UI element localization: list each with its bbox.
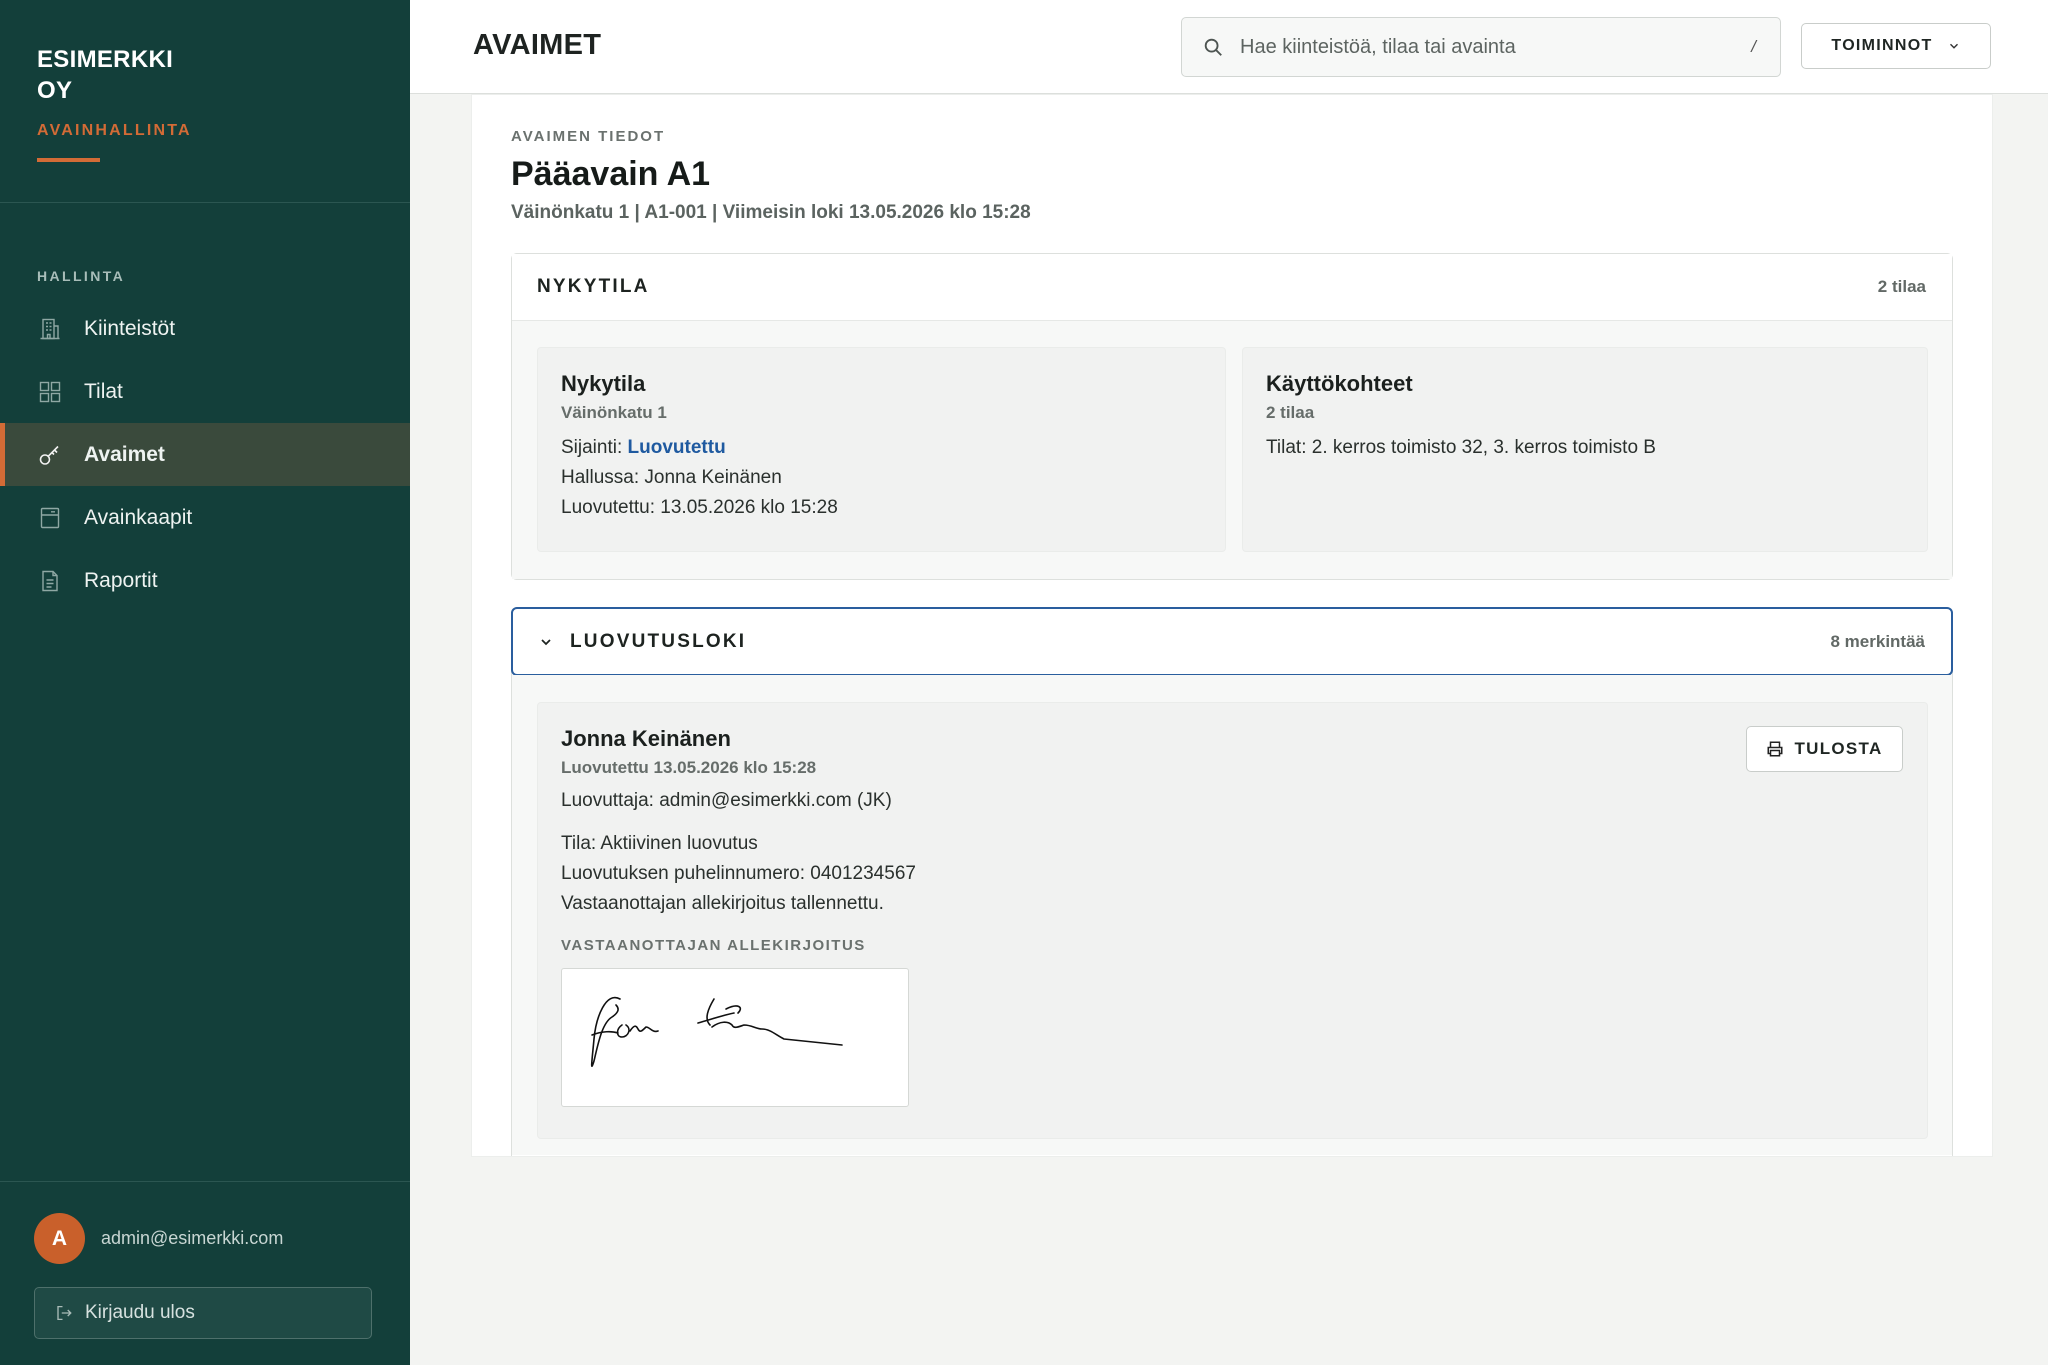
sidebar-item-label: Tilat [84,379,123,403]
key-title: Pääavain A1 [511,155,711,193]
card-title: Nykytila [561,371,646,396]
key-meta: Väinönkatu 1 | A1-001 | Viimeisin loki 1… [511,202,1031,223]
signature-label: VASTAANOTTAJAN ALLEKIRJOITUS [561,937,866,954]
status-panel: NYKYTILA 2 tilaa Nykytila Väinönkatu 1 S… [511,253,1953,580]
recipient-name: Jonna Keinänen [561,726,731,751]
sidebar-item-label: Avaimet [84,442,165,466]
brand-name-line2: OY [37,77,73,104]
location-label: Sijainti: [561,437,628,458]
sidebar-item-tilat[interactable]: Tilat [0,360,410,423]
print-button[interactable]: TULOSTA [1746,726,1903,772]
actions-menu-button[interactable]: TOIMINNOT [1801,23,1991,69]
signature-image [590,996,843,1067]
grid-icon [37,379,63,405]
handover-log-title: LUOVUTUSLOKI [570,630,747,652]
page-title: AVAIMET [473,29,602,61]
spaces-line: Tilat: 2. kerros toimisto 32, 3. kerros … [1266,437,1656,458]
sidebar-nav: Kiinteistöt Tilat Avaimet Avainkaapit Ra… [0,297,410,612]
chevron-down-icon [1947,39,1961,53]
key-icon [37,442,63,468]
user-info: A admin@esimerkki.com [34,1213,283,1264]
sidebar-item-kiinteistot[interactable]: Kiinteistöt [0,297,410,360]
sidebar-item-label: Avainkaapit [84,505,193,529]
signature-saved-line: Vastaanottajan allekirjoitus tallennettu… [561,893,884,914]
handover-date: Luovutettu 13.05.2026 klo 15:28 [561,758,817,777]
cabinet-icon [37,505,63,531]
brand-name-line1: ESIMERKKI [37,46,174,73]
nav-heading: HALLINTA [37,268,126,284]
key-detail-content: AVAIMEN TIEDOT Pääavain A1 Väinönkatu 1 … [472,95,1992,1156]
signature-box [561,968,909,1107]
brand: ESIMERKKI OY AVAINHALLINTA [37,44,337,162]
card-title: Käyttökohteet [1266,371,1413,396]
sidebar: ESIMERKKI OY AVAINHALLINTA HALLINTA Kiin… [0,0,410,1365]
search-input[interactable] [1240,35,1720,59]
section-eyebrow: AVAIMEN TIEDOT [511,128,666,145]
logout-button[interactable]: Kirjaudu ulos [34,1287,372,1339]
handover-log-body: Jonna Keinänen Luovutettu 13.05.2026 klo… [512,675,1952,1155]
status-panel-title: NYKYTILA [537,276,650,297]
handover-status-line: Tila: Aktiivinen luovutus [561,833,758,854]
location-status-link[interactable]: Luovutettu [628,437,726,458]
sidebar-item-avaimet[interactable]: Avaimet [0,423,410,486]
status-panel-body: Nykytila Väinönkatu 1 Sijainti: Luovutet… [512,321,1952,579]
document-icon [37,568,63,594]
search-shortcut-hint: / [1751,37,1756,56]
status-panel-header[interactable]: NYKYTILA 2 tilaa [512,254,1952,321]
location-line: Sijainti: Luovutettu [561,433,1202,463]
log-entry: Jonna Keinänen Luovutettu 13.05.2026 klo… [537,702,1928,1139]
brand-subtitle: AVAINHALLINTA [37,122,192,139]
status-panel-count: 2 tilaa [1877,277,1926,296]
actions-menu-label: TOIMINNOT [1831,37,1933,54]
holder-line: Hallussa: Jonna Keinänen [561,467,782,488]
avatar: A [34,1213,85,1264]
logout-label: Kirjaudu ulos [85,1302,195,1323]
logout-icon [55,1304,73,1322]
handover-log-header[interactable]: LUOVUTUSLOKI 8 merkintää [511,607,1953,676]
brand-accent-bar [37,158,100,162]
sidebar-bottom-divider [0,1181,410,1182]
building-icon [37,316,63,342]
log-entry-details: Jonna Keinänen Luovutettu 13.05.2026 klo… [561,726,916,1107]
card-subtitle: Väinönkatu 1 [561,403,667,422]
search-icon [1202,36,1224,58]
sidebar-item-avainkaapit[interactable]: Avainkaapit [0,486,410,549]
chevron-down-icon [538,634,554,650]
user-email: admin@esimerkki.com [101,1228,284,1248]
handover-log-count: 8 merkintää [1830,631,1926,651]
sidebar-item-label: Raportit [84,568,158,592]
top-header: AVAIMET / TOIMINNOT [410,0,2048,94]
search-box[interactable]: / [1181,17,1781,77]
usage-card: Käyttökohteet 2 tilaa Tilat: 2. kerros t… [1242,347,1928,552]
sidebar-item-raportit[interactable]: Raportit [0,549,410,612]
sidebar-divider [0,202,410,203]
handover-log-panel: LUOVUTUSLOKI 8 merkintää Jonna Keinänen … [511,607,1953,1156]
print-label: TULOSTA [1794,739,1883,758]
current-status-card: Nykytila Väinönkatu 1 Sijainti: Luovutet… [537,347,1226,552]
handed-over-line: Luovutettu: 13.05.2026 klo 15:28 [561,497,838,518]
sidebar-item-label: Kiinteistöt [84,316,176,340]
printer-icon [1766,740,1784,758]
handed-by-line: Luovuttaja: admin@esimerkki.com (JK) [561,790,892,811]
card-subtitle: 2 tilaa [1266,403,1315,422]
handover-phone-line: Luovutuksen puhelinnumero: 0401234567 [561,863,916,884]
